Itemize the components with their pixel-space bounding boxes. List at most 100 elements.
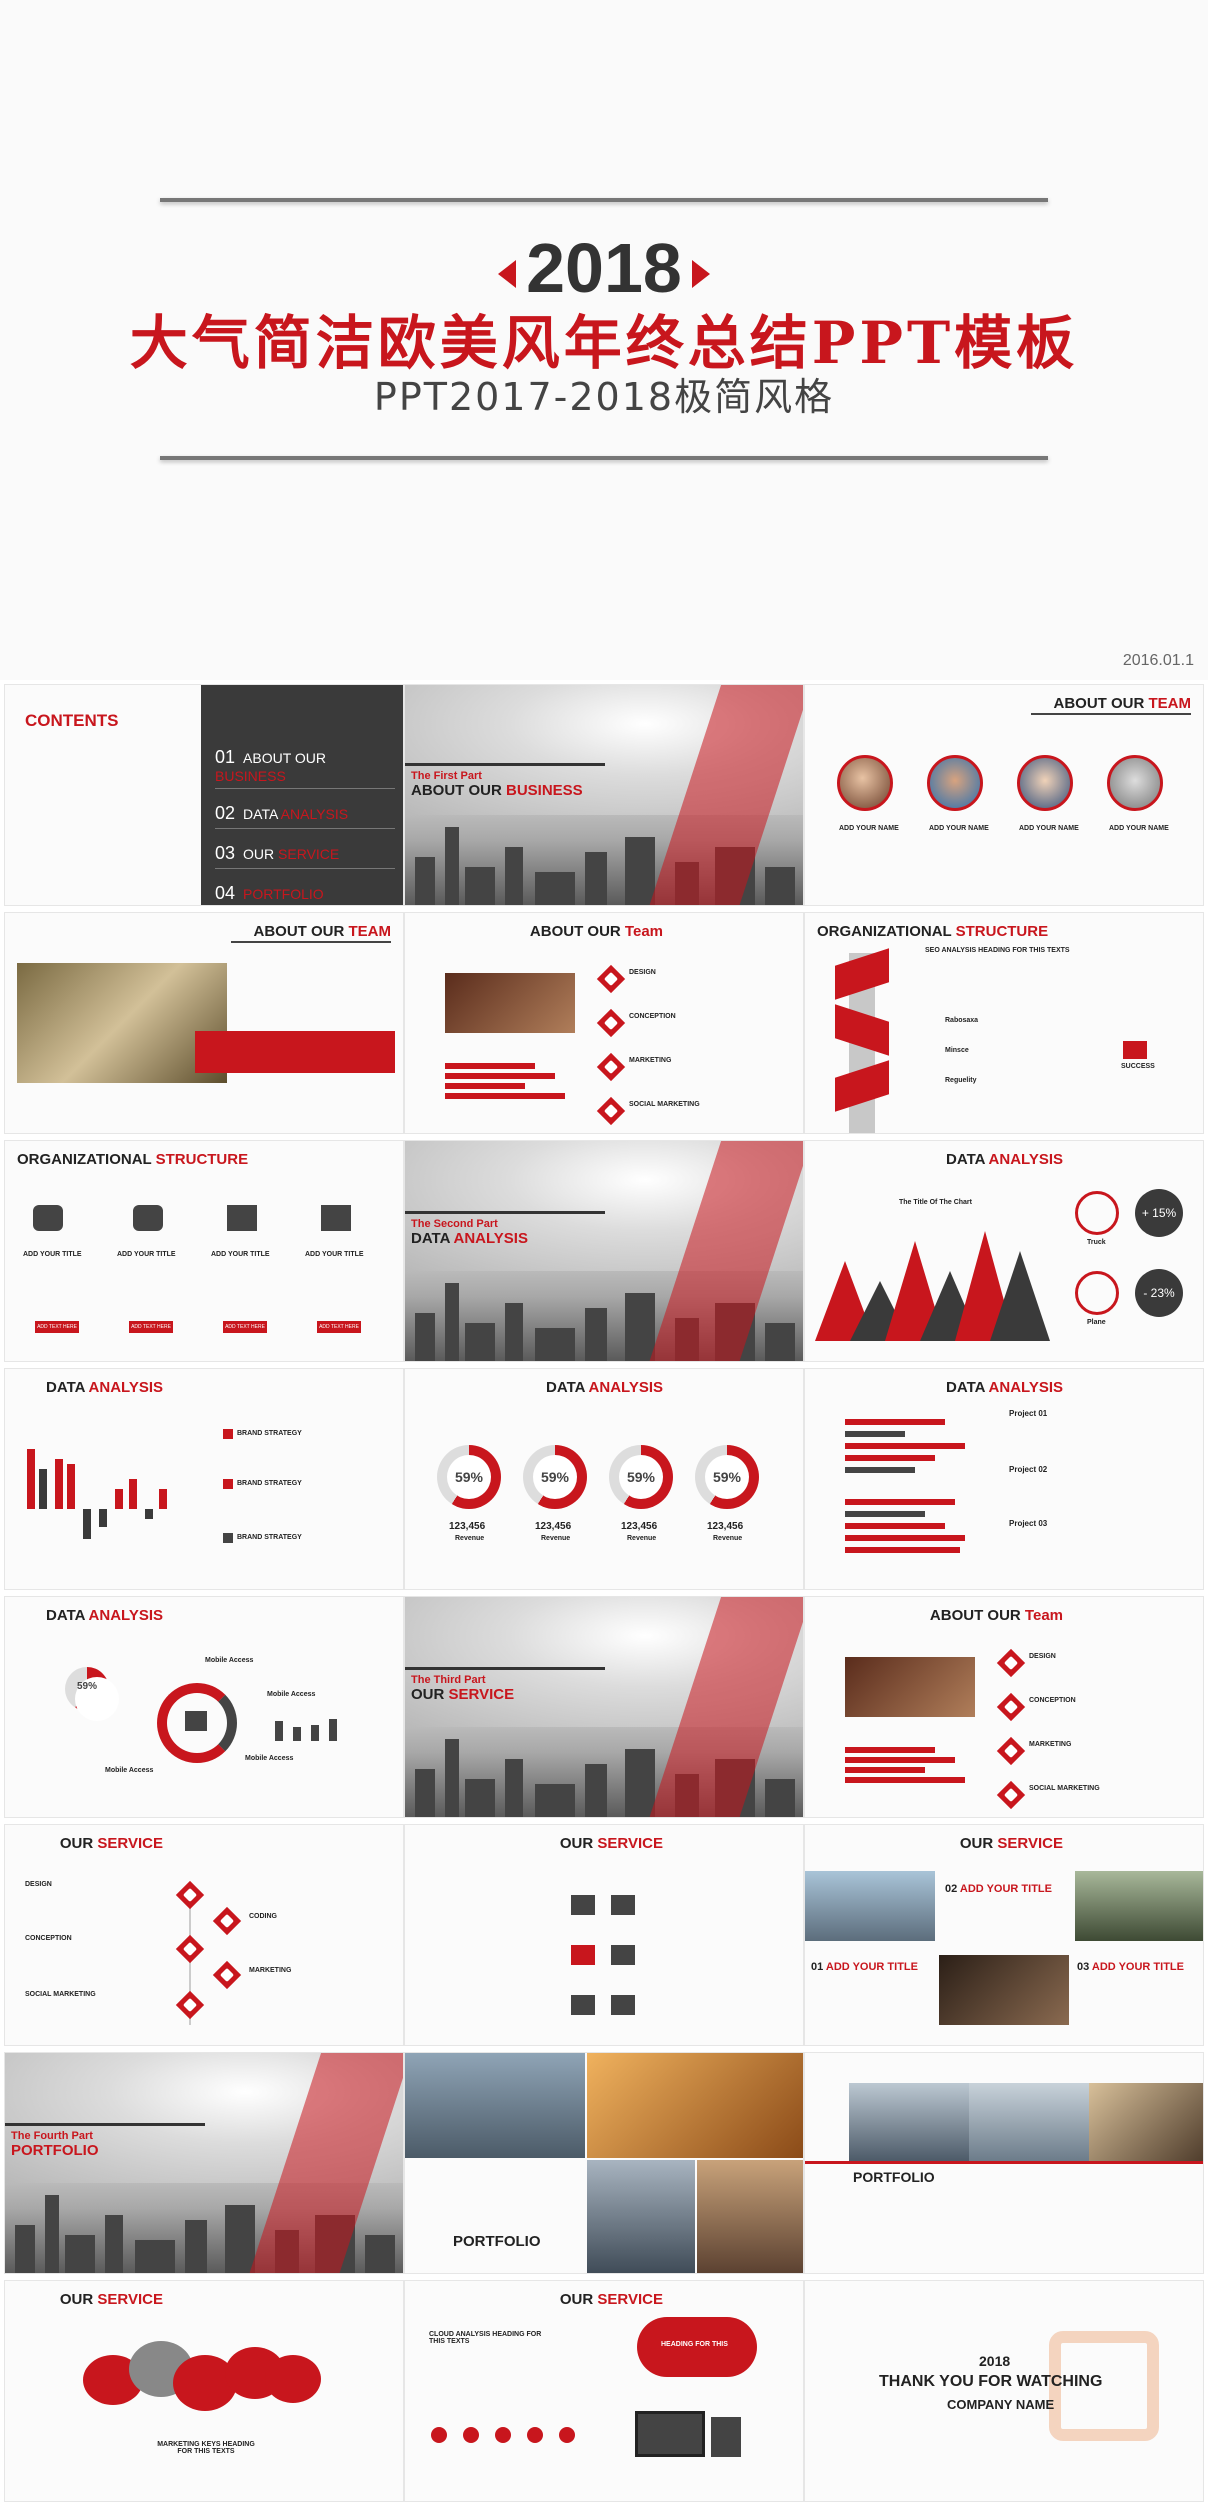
slide-data3[interactable]: DATA ANALYSIS 59% 59% 59% 59% 123,456 12… [404, 1368, 804, 1590]
member-name: ADD YOUR NAME [929, 825, 989, 832]
part-label: The Third Part [411, 1674, 486, 1686]
revenue-value: 123,456 [449, 1521, 486, 1532]
marketing-icon [596, 1052, 626, 1082]
service-icon [175, 1880, 205, 1910]
slide-service5[interactable]: OUR SERVICE CLOUD ANALYSIS HEADING FOR T… [404, 2280, 804, 2502]
bottom-rule [160, 456, 1048, 460]
slide-data5[interactable]: DATA ANALYSIS 59% Mobile Access Mobile A… [4, 1596, 404, 1818]
slide-team3[interactable]: ABOUT OUR Team DESIGN CONCEPTION MARKETI… [404, 912, 804, 1134]
slide-service4[interactable]: OUR SERVICE MARKETING KEYS HEADING FOR T… [4, 2280, 404, 2502]
red-divider [805, 2161, 1203, 2164]
item-label: CONCEPTION [1029, 1697, 1076, 1704]
building-icon [321, 1205, 351, 1231]
progress-bar [445, 1073, 555, 1079]
legend-label: BRAND STRATEGY [237, 1534, 302, 1541]
progress-bar [445, 1063, 535, 1069]
contents-item-2[interactable]: 02 DATA ANALYSIS [215, 803, 395, 829]
books-icon [571, 1995, 595, 2015]
item-03-title: 03 ADD YOUR TITLE [1077, 1961, 1184, 1973]
slide-portfolio2[interactable]: PORTFOLIO [804, 2052, 1204, 2274]
step-button[interactable]: ADD TEXT HERE [223, 1321, 267, 1333]
slide-part2[interactable]: The Second Part DATA ANALYSIS [404, 1140, 804, 1362]
slide-service1[interactable]: OUR SERVICE DESIGN CONCEPTION SOCIAL MAR… [4, 1824, 404, 2046]
slide-contents[interactable]: CONTENTS 01 ABOUT OUR BUSINESS 02 DATA ANA… [4, 684, 404, 906]
team-photo [445, 973, 575, 1033]
design-icon [996, 1648, 1026, 1678]
hbar [845, 1455, 935, 1461]
slide-team2[interactable]: ABOUT OUR TEAM [4, 912, 404, 1134]
avatar [1107, 755, 1163, 811]
slide-team1[interactable]: ABOUT OUR TEAM ADD YOUR NAME ADD YOUR NA… [804, 684, 1204, 906]
org-heading: SEO ANALYSIS HEADING FOR THIS TEXTS [925, 947, 1070, 954]
step-title: ADD YOUR TITLE [211, 1251, 270, 1258]
slide-title: ABOUT OUR TEAM [253, 923, 392, 940]
avatar [927, 755, 983, 811]
cloud-label: HEADING FOR THIS [661, 2341, 728, 2348]
slide-data4[interactable]: DATA ANALYSIS Project 01 Project 02 Proj… [804, 1368, 1204, 1590]
part-title: ABOUT OUR BUSINESS [411, 782, 583, 799]
step-dot [495, 2427, 511, 2443]
bar [67, 1464, 75, 1509]
access-label: Mobile Access [267, 1691, 316, 1698]
slide-service3[interactable]: OUR SERVICE 02 ADD YOUR TITLE 01 ADD YOU… [804, 1824, 1204, 2046]
slide-data2[interactable]: DATA ANALYSIS BRAND STRATEGY BRAND STRAT… [4, 1368, 404, 1590]
slide-part3[interactable]: The Third Part OUR SERVICE [404, 1596, 804, 1818]
bar [99, 1509, 107, 1527]
hbar [845, 1443, 965, 1449]
step-title: ADD YOUR TITLE [117, 1251, 176, 1258]
small-donut: 59% [65, 1667, 119, 1721]
stat-badge: - 23% [1135, 1269, 1183, 1317]
bar [55, 1459, 63, 1509]
coins-icon [133, 1205, 163, 1231]
project-title: Project 01 [1009, 1409, 1048, 1418]
step-button[interactable]: ADD TEXT HERE [317, 1321, 361, 1333]
slide-org2[interactable]: ORGANIZATIONAL STRUCTURE ADD YOUR TITLE … [4, 1140, 404, 1362]
slide-team4[interactable]: ABOUT OUR Team DESIGN CONCEPTION MARKETI… [804, 1596, 1204, 1818]
contents-item-3[interactable]: 03 OUR SERVICE [215, 843, 395, 869]
design-icon [596, 964, 626, 994]
slide-org1[interactable]: ORGANIZATIONAL STRUCTURE SEO ANALYSIS HE… [804, 912, 1204, 1134]
slide-title: OUR SERVICE [59, 1835, 163, 1852]
portfolio-photo [587, 2053, 803, 2158]
hand-icon [1123, 1041, 1147, 1059]
portfolio-photo [405, 2053, 585, 2158]
step-title: ADD YOUR TITLE [305, 1251, 364, 1258]
slide-data1[interactable]: DATA ANALYSIS The Title Of The Chart + 1… [804, 1140, 1204, 1362]
slide-title: ORGANIZATIONAL STRUCTURE [17, 1151, 249, 1168]
slide-title: ABOUT OUR TEAM [1053, 695, 1192, 712]
contents-item-4[interactable]: 04 PORTFOLIO [215, 883, 395, 904]
hbar [845, 1535, 965, 1541]
progress-bar [845, 1767, 925, 1773]
step-title: ADD YOUR TITLE [23, 1251, 82, 1258]
city-photo [805, 1871, 935, 1941]
right-triangle-icon [691, 259, 710, 288]
step-label: Rabosaxa [945, 1017, 979, 1024]
avatar [837, 755, 893, 811]
slide-part1[interactable]: The First Part ABOUT OUR BUSINESS [404, 684, 804, 906]
portfolio-photo [1089, 2083, 1203, 2163]
slide-part4[interactable]: The Fourth Part PORTFOLIO [4, 2052, 404, 2274]
step-button[interactable]: ADD TEXT HERE [35, 1321, 79, 1333]
person-icon [611, 1945, 635, 1965]
part-title: DATA ANALYSIS [411, 1230, 528, 1247]
conception-icon [596, 1008, 626, 1038]
item-label: CONCEPTION [629, 1013, 676, 1020]
bar [311, 1725, 319, 1741]
legend-label: BRAND STRATEGY [237, 1480, 302, 1487]
portfolio-photo [587, 2160, 695, 2273]
hbar [845, 1499, 955, 1505]
legend-swatch [223, 1479, 233, 1489]
slide-portfolio1[interactable]: PORTFOLIO [404, 2052, 804, 2274]
slide-title: OUR SERVICE [559, 1835, 663, 1852]
chart-title: The Title Of The Chart [899, 1199, 972, 1206]
service-label: CONCEPTION [25, 1935, 72, 1942]
step-button[interactable]: ADD TEXT HERE [129, 1321, 173, 1333]
bar [83, 1509, 91, 1539]
contents-item-1[interactable]: 01 ABOUT OUR BUSINESS [215, 747, 395, 789]
monitor-icon [635, 2411, 705, 2457]
slide-service2[interactable]: OUR SERVICE [404, 1824, 804, 2046]
progress-bar [845, 1777, 965, 1783]
portfolio-title: PORTFOLIO [453, 2233, 541, 2250]
slide-thanks[interactable]: 2018 THANK YOU FOR WATCHING COMPANY NAME [804, 2280, 1204, 2502]
member-name: ADD YOUR NAME [1109, 825, 1169, 832]
